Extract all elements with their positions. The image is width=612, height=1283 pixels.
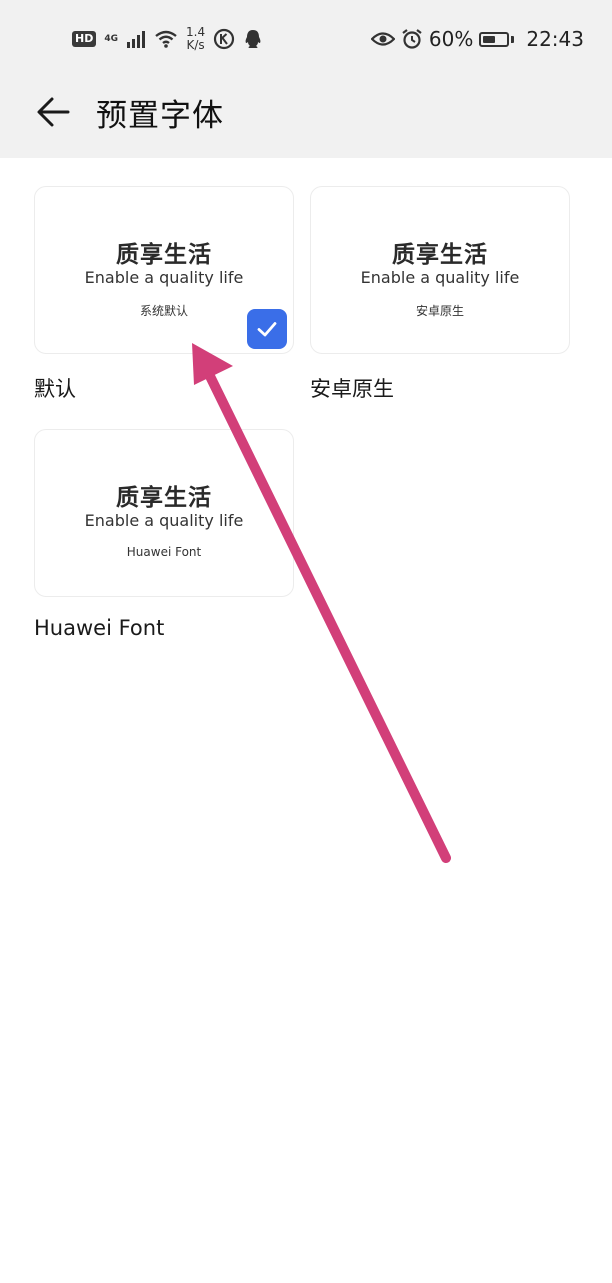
signal-icon — [127, 31, 145, 48]
battery-percent: 60% — [428, 27, 474, 51]
font-preview-title: 质享生活 — [116, 242, 212, 268]
network-speed: 1.4 K/s — [186, 25, 206, 52]
status-bar-left: HD 4G 1.4 K/s — [72, 22, 263, 56]
qq-icon — [245, 30, 261, 48]
wifi-icon — [155, 30, 177, 48]
network-type: 4G — [104, 33, 118, 44]
back-arrow-icon — [37, 97, 70, 127]
back-button[interactable] — [34, 92, 74, 132]
page-title: 预置字体 — [96, 98, 224, 134]
hd-badge: HD — [72, 31, 97, 47]
font-card-huawei-font[interactable]: 质享生活 Enable a quality life Huawei Font — [34, 429, 294, 597]
font-preview-title: 质享生活 — [392, 242, 488, 268]
font-preview-subtitle: Enable a quality life — [84, 511, 244, 530]
font-label-android-native[interactable]: 安卓原生 — [310, 373, 394, 403]
font-preview-name: Huawei Font — [126, 545, 202, 559]
eye-icon — [370, 32, 395, 46]
alarm-icon — [402, 29, 422, 49]
selected-check-badge — [247, 309, 287, 349]
battery-tip — [511, 35, 515, 43]
font-card-default[interactable]: 质享生活 Enable a quality life 系统默认 — [34, 186, 294, 354]
font-card-android-native[interactable]: 质享生活 Enable a quality life 安卓原生 — [310, 186, 570, 354]
app-bar — [0, 78, 612, 158]
status-time: 22:43 — [526, 27, 584, 51]
font-preview-title: 质享生活 — [116, 485, 212, 511]
font-preview-subtitle: Enable a quality life — [360, 268, 520, 287]
font-label-default[interactable]: 默认 — [34, 373, 76, 403]
status-bar-right: 60% 22:43 — [370, 22, 584, 56]
status-bar: HD 4G 1.4 K/s 60% 22:43 — [0, 0, 612, 78]
battery-icon — [479, 31, 510, 47]
k-app-icon — [213, 28, 235, 50]
font-preview-subtitle: Enable a quality life — [84, 268, 244, 287]
checkmark-icon — [257, 322, 277, 337]
battery-fill — [483, 35, 495, 43]
font-preview-name: 安卓原生 — [415, 304, 464, 318]
font-label-huawei-font[interactable]: Huawei Font — [34, 616, 164, 640]
